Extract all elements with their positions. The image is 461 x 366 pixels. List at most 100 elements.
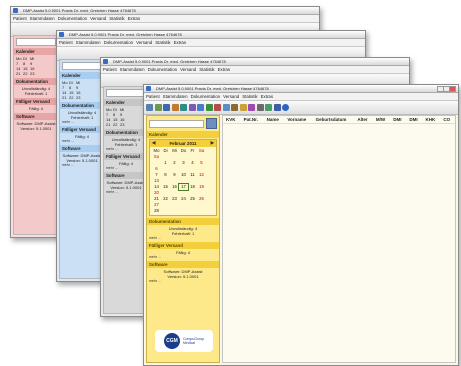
menu-extras[interactable]: Extras (218, 67, 230, 72)
menu-versand[interactable]: Versand (90, 16, 106, 21)
search-input[interactable] (16, 38, 56, 46)
patients-icon[interactable] (163, 104, 170, 111)
documentation-header[interactable]: Dokumentation (104, 129, 148, 136)
prev-month-icon[interactable]: ◀ (152, 140, 155, 146)
more-link[interactable]: mehr ... (104, 147, 148, 151)
due-header[interactable]: Fälliger Versand (147, 242, 219, 249)
due-header[interactable]: Fälliger Versand (104, 153, 148, 160)
column-co[interactable]: CO (440, 116, 455, 124)
box-icon[interactable] (239, 104, 247, 111)
form-icon[interactable] (188, 104, 196, 111)
users-icon[interactable] (231, 104, 238, 111)
due-header[interactable]: Fälliger Versand (14, 98, 58, 105)
calendar-widget[interactable]: ◀ Februar 2011 ▶ Mo Di Mi Do Fr SaSo 1 2 3 4 56 7… (149, 139, 217, 216)
documentation-header[interactable]: Dokumentation (60, 102, 104, 109)
more-link[interactable]: mehr ... (104, 190, 148, 194)
search-input[interactable] (106, 89, 146, 97)
software-header[interactable]: Software (14, 113, 58, 120)
calendar-header[interactable]: Kalender (60, 72, 104, 79)
column-mw[interactable]: M/W (372, 116, 391, 124)
more-link[interactable]: mehr ... (147, 255, 219, 259)
calendar-grid[interactable]: Mo Di Mi Do Fr SaSo 1 2 3 4 56 7 8 9 10 11 1213 14 15 16… (150, 147, 216, 215)
column-name[interactable]: Name (263, 116, 285, 124)
patient-icon[interactable] (154, 104, 162, 111)
more-link[interactable]: mehr ... (60, 163, 104, 167)
calendar-month: Februar 2011 (169, 141, 197, 146)
software-header[interactable]: Software (104, 172, 148, 179)
window-front[interactable]: DMP-Assist 5.0.9001 Praxis Dr. med. Gret… (143, 84, 459, 366)
menu-stammdaten[interactable]: Stammdaten (120, 67, 145, 72)
list-icon[interactable] (205, 104, 213, 111)
person-edit-icon[interactable] (171, 104, 179, 111)
menu-patient[interactable]: Patient (13, 16, 27, 21)
print-icon[interactable] (146, 104, 153, 111)
calendar-header[interactable]: Kalender (104, 99, 148, 106)
more-link[interactable]: mehr ... (147, 279, 219, 283)
due-header[interactable]: Fälliger Versand (60, 126, 104, 133)
menu-dokumentation[interactable]: Dokumentation (58, 16, 88, 21)
menu-versand[interactable]: Versand (136, 40, 152, 45)
menu-versand[interactable]: Versand (223, 94, 239, 99)
more-link[interactable]: mehr ... (60, 139, 104, 143)
menu-stammdaten[interactable]: Stammdaten (163, 94, 188, 99)
column-pat-nr[interactable]: Pat.Nr. (240, 116, 264, 124)
mini-calendar[interactable]: MoDi Mi 789 14 15 16 21 22 23 (60, 80, 104, 100)
calendar-header[interactable]: Kalender (147, 131, 219, 138)
menu-statistik[interactable]: Statistik (155, 40, 170, 45)
menu-stammdaten[interactable]: Stammdaten (30, 16, 55, 21)
calendar-week[interactable]: 1 2 3 4 56 (152, 160, 214, 172)
column-dmi-1[interactable]: DMI (390, 116, 407, 124)
documentation-header[interactable]: Dokumentation (147, 218, 219, 225)
menu-dokumentation[interactable]: Dokumentation (104, 40, 134, 45)
search-patient-icon[interactable] (206, 118, 217, 129)
column-khk[interactable]: KHK (422, 116, 441, 124)
more-link[interactable]: mehr ... (104, 166, 148, 170)
calendar-week[interactable]: 14 15 16 17 18 1920 (152, 183, 214, 196)
menu-statistik[interactable]: Statistik (109, 16, 124, 21)
tools-icon[interactable] (248, 104, 255, 111)
menu-extras[interactable]: Extras (128, 16, 140, 21)
mini-calendar[interactable]: MoDi Mi 789 14 15 16 21 22 23 (104, 107, 148, 127)
monitor-icon[interactable] (273, 104, 281, 111)
column-vorname[interactable]: Vorname (284, 116, 313, 124)
calendar-week[interactable]: 28 (152, 208, 214, 214)
menu-patient[interactable]: Patient (146, 94, 160, 99)
documentation-header[interactable]: Dokumentation (14, 78, 58, 85)
menu-stammdaten[interactable]: Stammdaten (76, 40, 101, 45)
calendar-week[interactable]: 21 22 23 24 25 2627 (152, 196, 214, 208)
menu-statistik[interactable]: Statistik (199, 67, 214, 72)
menu-extras[interactable]: Extras (174, 40, 186, 45)
sidebar: Kalender MoDi Mi 789 14 15 16 21 22 23 Dokume… (13, 35, 59, 235)
search-input[interactable] (149, 119, 204, 128)
import-icon[interactable] (222, 104, 230, 111)
more-link[interactable]: mehr ... (60, 120, 104, 124)
more-link[interactable]: mehr ... (147, 236, 219, 240)
next-month-icon[interactable]: ▶ (211, 140, 214, 146)
menu-patient[interactable]: Patient (59, 40, 73, 45)
help-icon[interactable] (282, 104, 289, 111)
cancel-icon[interactable] (256, 104, 264, 111)
menu-versand[interactable]: Versand (180, 67, 196, 72)
menu-dokumentation[interactable]: Dokumentation (148, 67, 178, 72)
close-button[interactable] (449, 86, 456, 92)
calendar-week[interactable]: 7 8 9 10 11 1213 (152, 172, 214, 184)
menu-statistik[interactable]: Statistik (242, 94, 257, 99)
column-dmi-2[interactable]: DMI (406, 116, 423, 124)
export-icon[interactable] (214, 104, 221, 111)
mail-icon[interactable] (265, 104, 272, 111)
mini-calendar[interactable]: MoDi Mi 789 14 15 16 21 22 23 (14, 56, 58, 76)
chart-icon[interactable] (197, 104, 204, 111)
menu-extras[interactable]: Extras (261, 94, 273, 99)
column-kvk[interactable]: KVK (223, 116, 241, 124)
search-input[interactable] (62, 62, 102, 70)
calendar-header[interactable]: Kalender (14, 48, 58, 55)
patient-table-area[interactable]: KVK Pat.Nr. Name Vorname Geburtsdatum Al… (222, 115, 456, 363)
menu-patient[interactable]: Patient (103, 67, 117, 72)
software-header[interactable]: Software (60, 145, 104, 152)
document-icon[interactable] (180, 104, 187, 111)
patient-table[interactable]: KVK Pat.Nr. Name Vorname Geburtsdatum Al… (223, 116, 455, 124)
menu-dokumentation[interactable]: Dokumentation (191, 94, 221, 99)
column-alter[interactable]: Alter (354, 116, 373, 124)
software-header[interactable]: Software (147, 261, 219, 268)
column-geburtsdatum[interactable]: Geburtsdatum (312, 116, 355, 124)
